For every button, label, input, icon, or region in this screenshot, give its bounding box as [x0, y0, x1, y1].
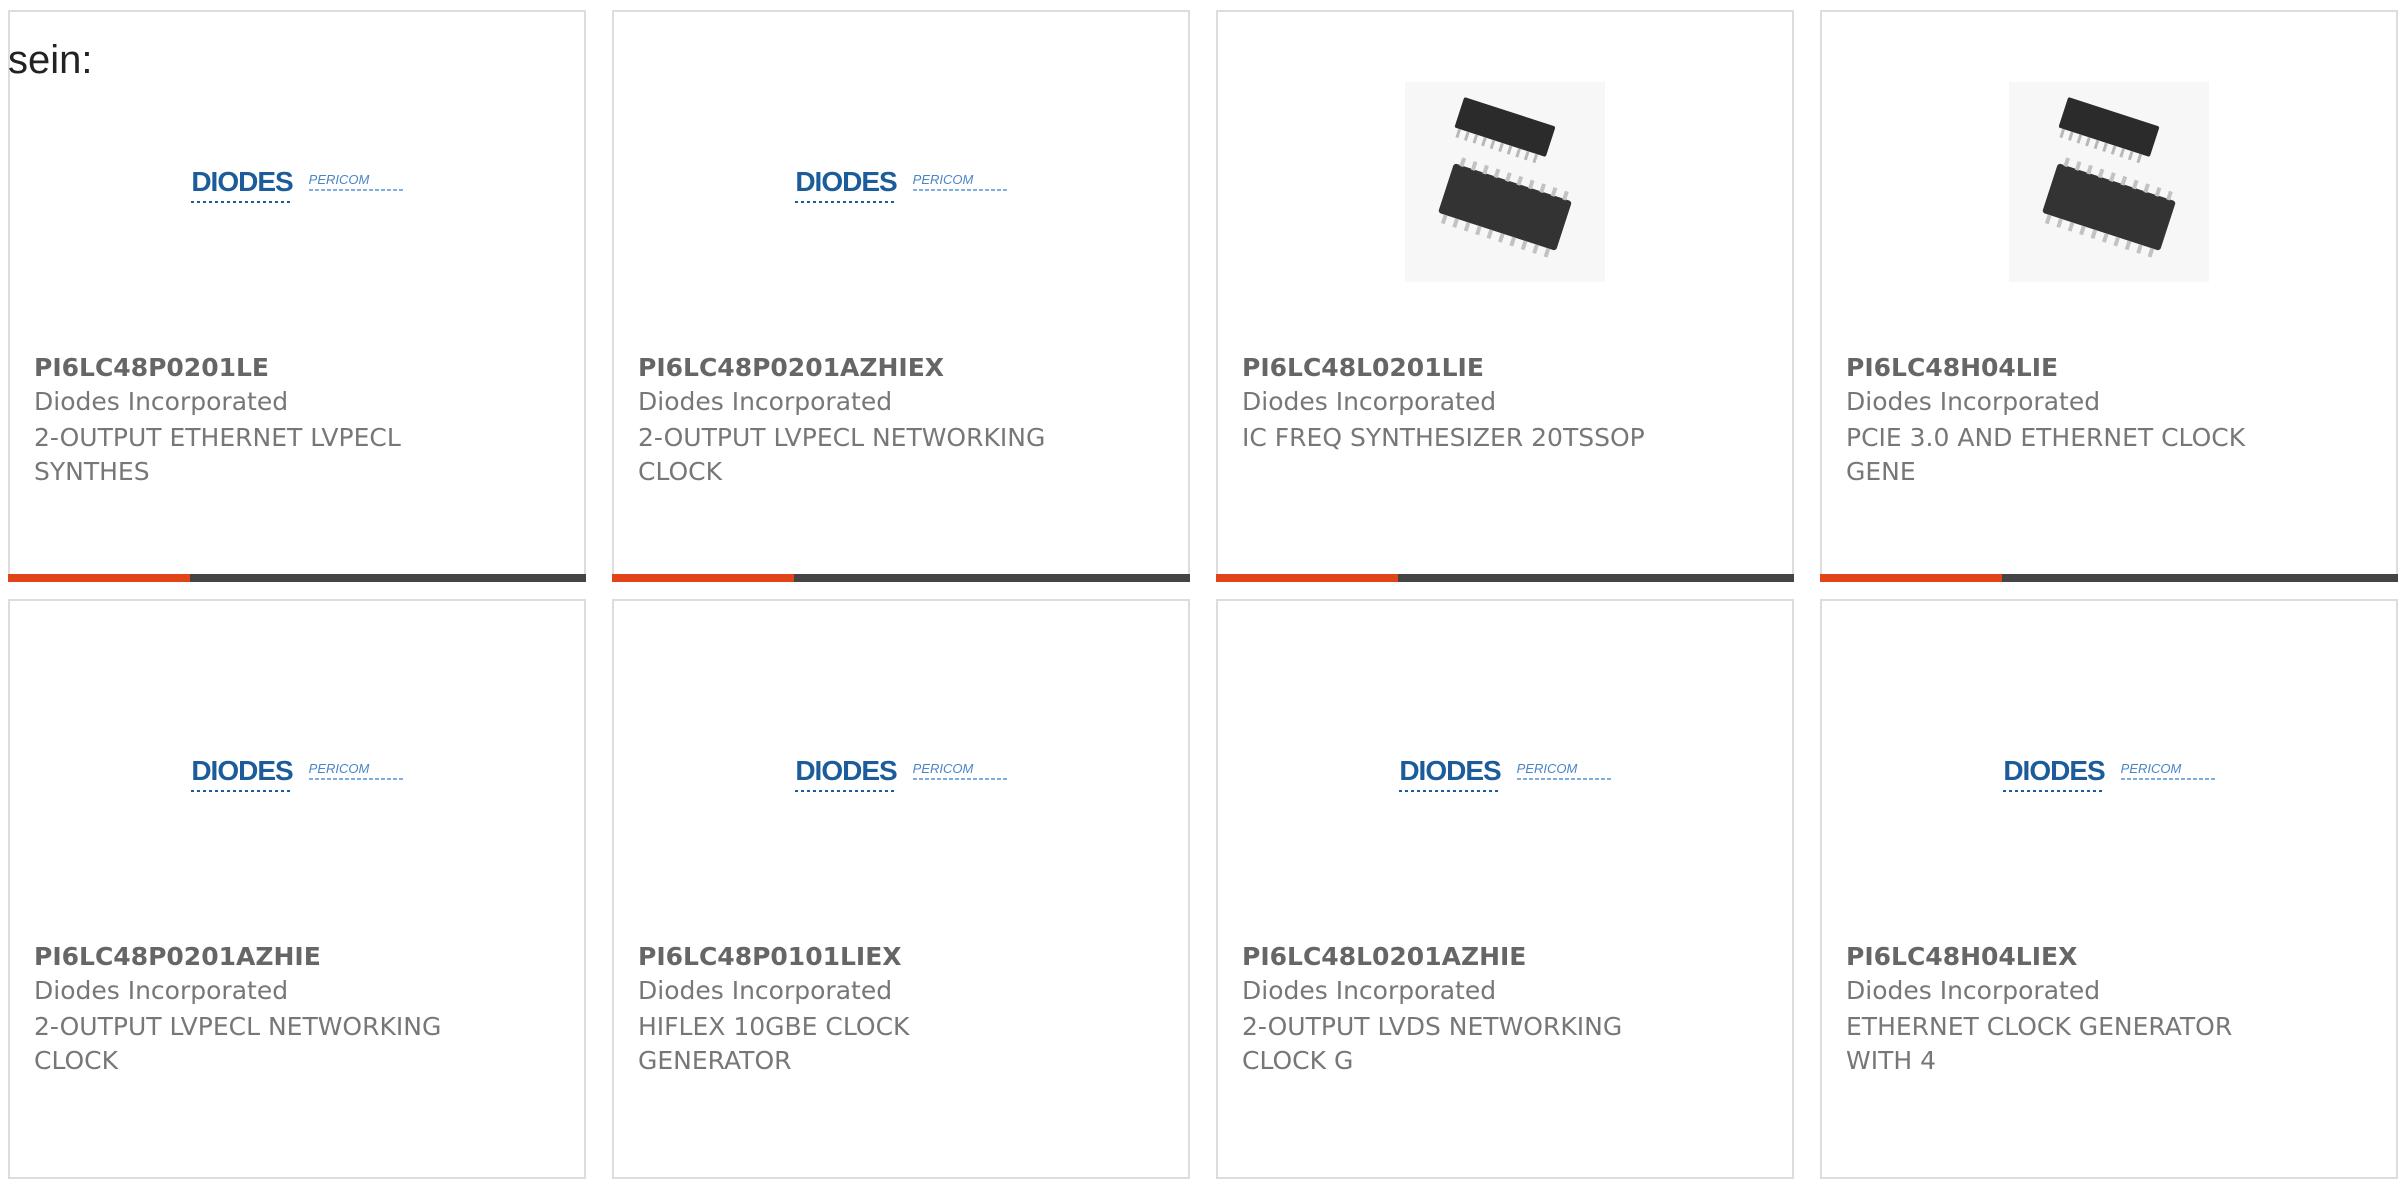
- diodes-pericom-logo: DIODES PERICOM: [795, 755, 1007, 792]
- diodes-pericom-logo: DIODES PERICOM: [795, 166, 1007, 203]
- diodes-pericom-logo: DIODES PERICOM: [2003, 755, 2215, 792]
- pericom-logo-text: PERICOM: [912, 761, 974, 776]
- description: 2-OUTPUT ETHERNET LVPECL SYNTHES: [34, 423, 401, 486]
- manufacturer: Diodes Incorporated: [1846, 976, 2101, 1005]
- product-card[interactable]: DIODES PERICOM PI6LC48P0201LE Diodes Inc…: [8, 10, 586, 582]
- card-bottom-bar: [1820, 574, 2398, 582]
- product-card[interactable]: DIODES PERICOM PI6LC48L0201AZHIE Diodes …: [1216, 599, 1794, 1179]
- product-card[interactable]: DIODES PERICOM PI6LC48P0201AZHIE Diodes …: [8, 599, 586, 1179]
- manufacturer: Diodes Incorporated: [1242, 976, 1497, 1005]
- diodes-logo-text: DIODES: [191, 755, 294, 792]
- description: 2-OUTPUT LVPECL NETWORKING CLOCK: [34, 1012, 442, 1075]
- manufacturer: Diodes Incorporated: [1846, 387, 2101, 416]
- pericom-logo-text: PERICOM: [308, 761, 370, 776]
- part-number[interactable]: PI6LC48P0201AZHIE: [34, 942, 321, 971]
- diodes-logo-text: DIODES: [191, 166, 294, 203]
- diodes-pericom-logo: DIODES PERICOM: [191, 755, 403, 792]
- diodes-pericom-logo: DIODES PERICOM: [1399, 755, 1611, 792]
- pericom-logo-text: PERICOM: [308, 172, 370, 187]
- pericom-logo-text: PERICOM: [912, 172, 974, 187]
- diodes-logo-text: DIODES: [795, 755, 898, 792]
- product-image: DIODES PERICOM: [10, 661, 584, 881]
- diodes-logo-text: DIODES: [795, 166, 898, 203]
- description: PCIE 3.0 AND ETHERNET CLOCK GENE: [1846, 423, 2246, 486]
- description: 2-OUTPUT LVPECL NETWORKING CLOCK: [638, 423, 1046, 486]
- part-number[interactable]: PI6LC48H04LIE: [1846, 353, 2058, 382]
- product-card[interactable]: DIODES PERICOM PI6LC48P0201AZHIEX Diodes…: [612, 10, 1190, 582]
- card-bottom-bar: [1216, 574, 1794, 582]
- product-card[interactable]: PI6LC48H04LIE Diodes Incorporated PCIE 3…: [1820, 10, 2398, 582]
- part-number[interactable]: PI6LC48L0201AZHIE: [1242, 942, 1526, 971]
- diodes-logo-text: DIODES: [1399, 755, 1502, 792]
- manufacturer: Diodes Incorporated: [34, 387, 289, 416]
- product-image: [1218, 72, 1792, 292]
- pericom-logo-text: PERICOM: [1516, 761, 1578, 776]
- part-number[interactable]: PI6LC48H04LIEX: [1846, 942, 2077, 971]
- diodes-logo-text: DIODES: [2003, 755, 2106, 792]
- manufacturer: Diodes Incorporated: [1242, 387, 1497, 416]
- product-image: DIODES PERICOM: [1822, 661, 2396, 881]
- product-image: DIODES PERICOM: [10, 72, 584, 292]
- product-image: [1822, 72, 2396, 292]
- description: HIFLEX 10GBE CLOCK GENERATOR: [638, 1012, 910, 1075]
- product-image: DIODES PERICOM: [1218, 661, 1792, 881]
- tssop-chip-icon: [1405, 82, 1605, 282]
- product-image: DIODES PERICOM: [614, 661, 1188, 881]
- part-number[interactable]: PI6LC48P0201LE: [34, 353, 269, 382]
- product-image: DIODES PERICOM: [614, 72, 1188, 292]
- description: IC FREQ SYNTHESIZER 20TSSOP: [1242, 423, 1645, 452]
- description: 2-OUTPUT LVDS NETWORKING CLOCK G: [1242, 1012, 1623, 1075]
- card-bottom-bar: [612, 574, 1190, 582]
- section-heading: sein:: [8, 38, 93, 82]
- card-bottom-bar: [8, 574, 586, 582]
- manufacturer: Diodes Incorporated: [638, 976, 893, 1005]
- manufacturer: Diodes Incorporated: [638, 387, 893, 416]
- pericom-logo-text: PERICOM: [2120, 761, 2182, 776]
- manufacturer: Diodes Incorporated: [34, 976, 289, 1005]
- product-card[interactable]: PI6LC48L0201LIE Diodes Incorporated IC F…: [1216, 10, 1794, 582]
- part-number[interactable]: PI6LC48P0101LIEX: [638, 942, 902, 971]
- product-card[interactable]: DIODES PERICOM PI6LC48H04LIEX Diodes Inc…: [1820, 599, 2398, 1179]
- part-number[interactable]: PI6LC48P0201AZHIEX: [638, 353, 944, 382]
- tssop-chip-icon: [2009, 82, 2209, 282]
- description: ETHERNET CLOCK GENERATOR WITH 4: [1846, 1012, 2233, 1075]
- product-card[interactable]: DIODES PERICOM PI6LC48P0101LIEX Diodes I…: [612, 599, 1190, 1179]
- diodes-pericom-logo: DIODES PERICOM: [191, 166, 403, 203]
- part-number[interactable]: PI6LC48L0201LIE: [1242, 353, 1484, 382]
